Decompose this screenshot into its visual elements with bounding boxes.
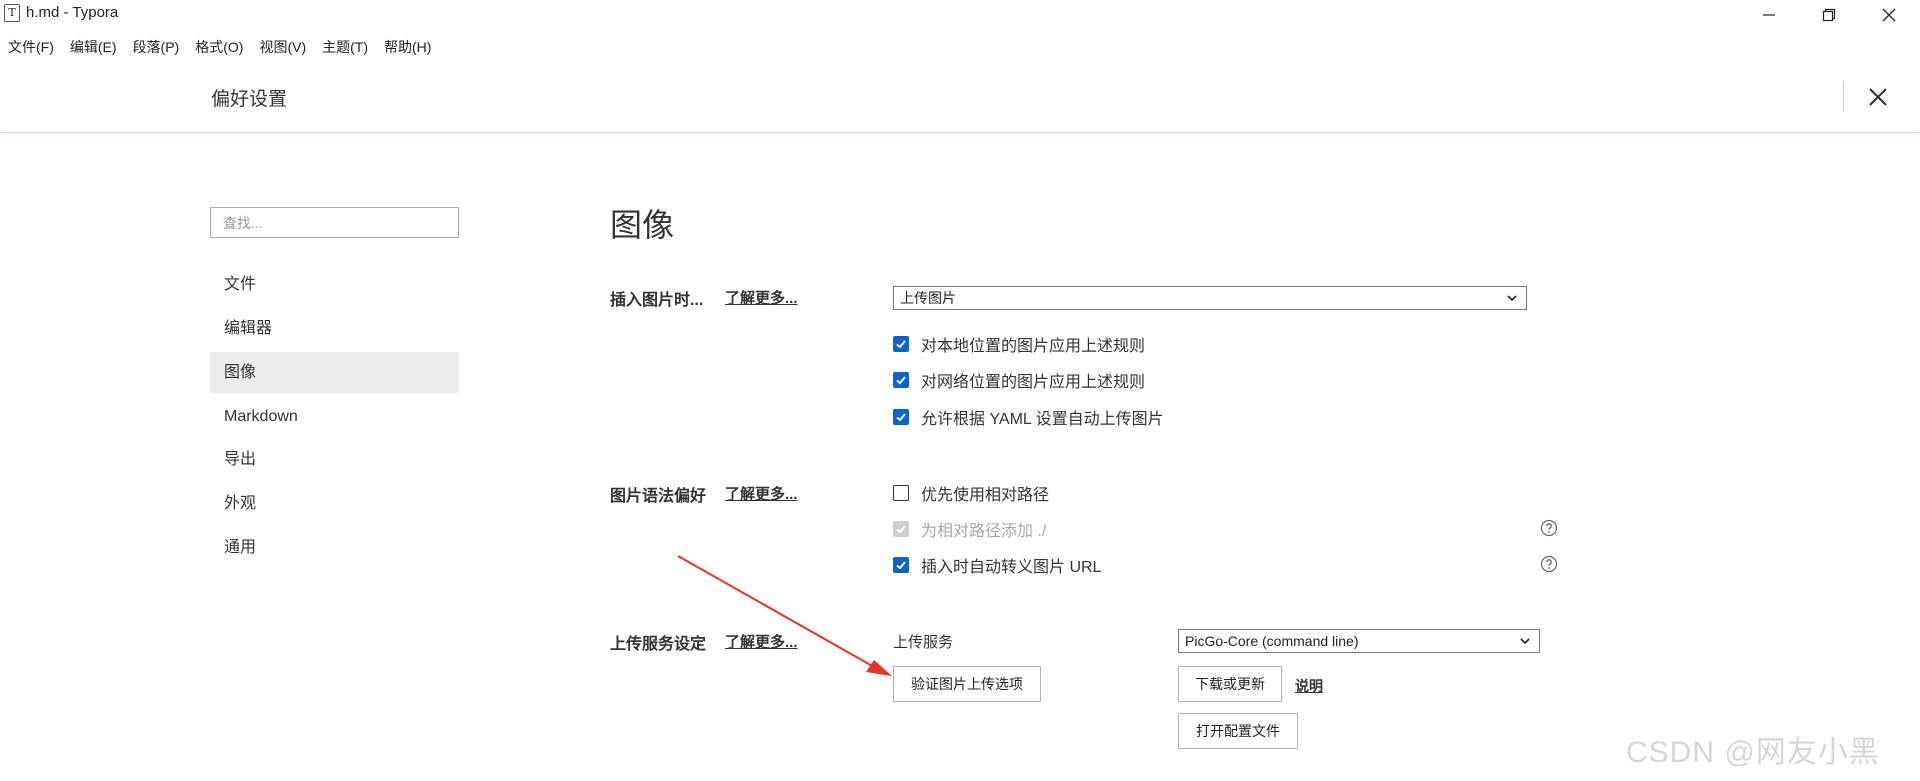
watermark-text: CSDN @网友小黑 <box>1626 736 1880 769</box>
annotation-arrow <box>677 555 892 676</box>
